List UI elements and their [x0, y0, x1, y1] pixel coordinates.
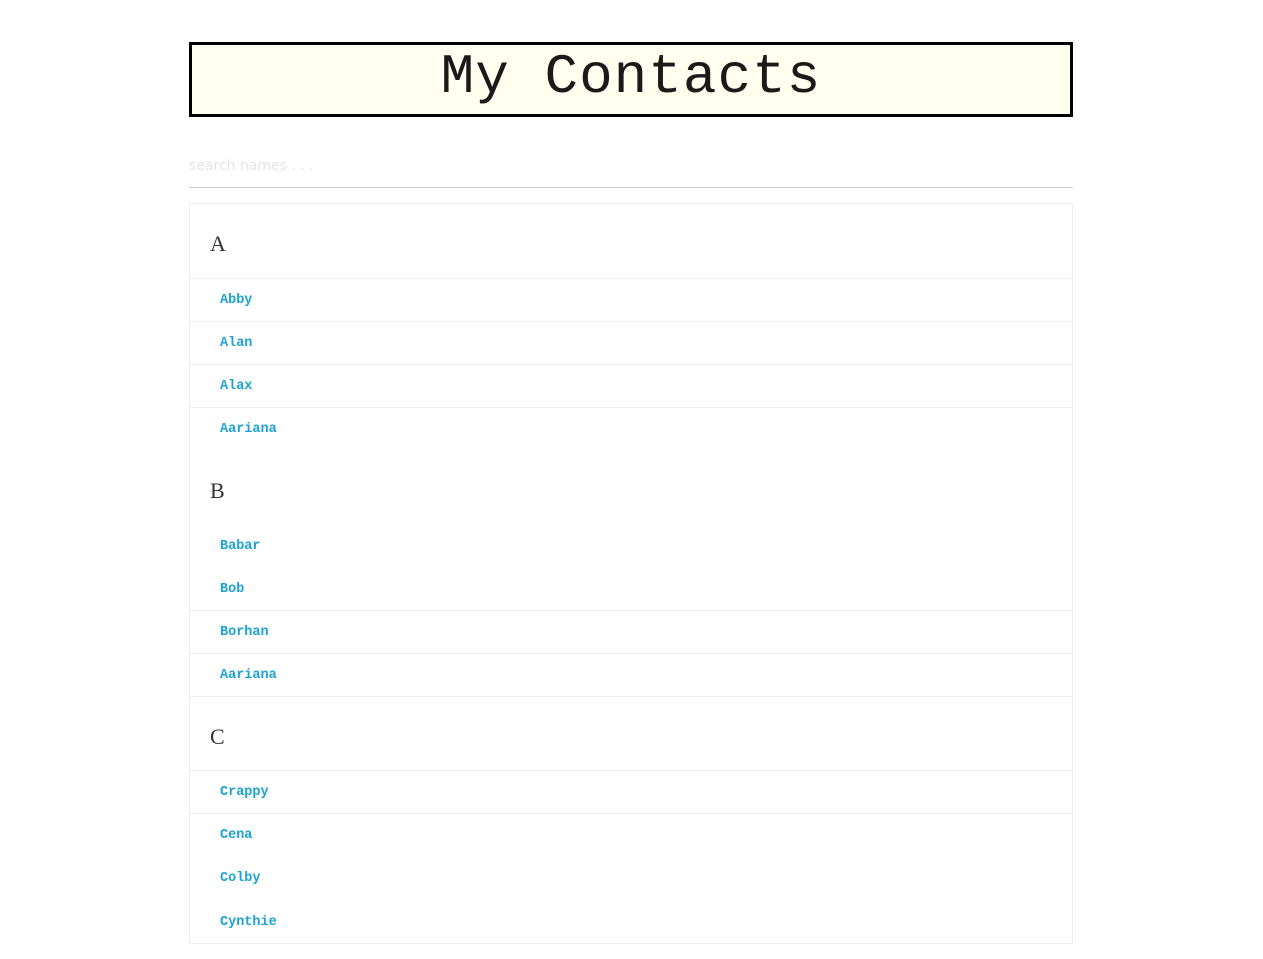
search-input[interactable]: [189, 147, 1073, 185]
group-letter: B: [210, 478, 225, 503]
list-item[interactable]: Aariana: [190, 653, 1072, 696]
contact-name[interactable]: Bob: [220, 583, 244, 597]
group-header-b: B: [190, 450, 1072, 524]
list-item[interactable]: Alax: [190, 364, 1072, 407]
list-item[interactable]: Crappy: [190, 770, 1072, 813]
group-header-a: A: [190, 204, 1072, 278]
list-item[interactable]: Abby: [190, 278, 1072, 321]
search-bar: [189, 147, 1073, 188]
list-item[interactable]: Borhan: [190, 610, 1072, 653]
contact-name[interactable]: Borhan: [220, 626, 269, 640]
list-item[interactable]: Cena: [190, 813, 1072, 856]
contact-name[interactable]: Alan: [220, 337, 252, 351]
title-banner: My Contacts: [189, 42, 1073, 117]
contact-list: A Abby Alan Alax Aariana B Babar Bob Bor…: [189, 203, 1073, 944]
contact-name[interactable]: Aariana: [220, 669, 277, 683]
contact-name[interactable]: Cena: [220, 829, 252, 843]
contact-name[interactable]: Colby: [220, 872, 261, 886]
list-item[interactable]: Aariana: [190, 407, 1072, 450]
group-letter: A: [210, 231, 226, 256]
list-item[interactable]: Colby: [190, 856, 1072, 899]
contact-name[interactable]: Crappy: [220, 786, 269, 800]
page-title: My Contacts: [440, 44, 822, 109]
group-letter: C: [210, 724, 225, 749]
contacts-page: My Contacts A Abby Alan Alax Aariana B B…: [0, 0, 1263, 959]
contact-name[interactable]: Cynthie: [220, 916, 277, 930]
contact-name[interactable]: Babar: [220, 540, 261, 554]
list-item[interactable]: Cynthie: [190, 899, 1072, 943]
list-item[interactable]: Babar: [190, 524, 1072, 567]
contact-name[interactable]: Alax: [220, 380, 252, 394]
group-header-c: C: [190, 696, 1072, 770]
contact-name[interactable]: Aariana: [220, 423, 277, 437]
contact-name[interactable]: Abby: [220, 294, 252, 308]
list-item[interactable]: Alan: [190, 321, 1072, 364]
list-item[interactable]: Bob: [190, 567, 1072, 610]
